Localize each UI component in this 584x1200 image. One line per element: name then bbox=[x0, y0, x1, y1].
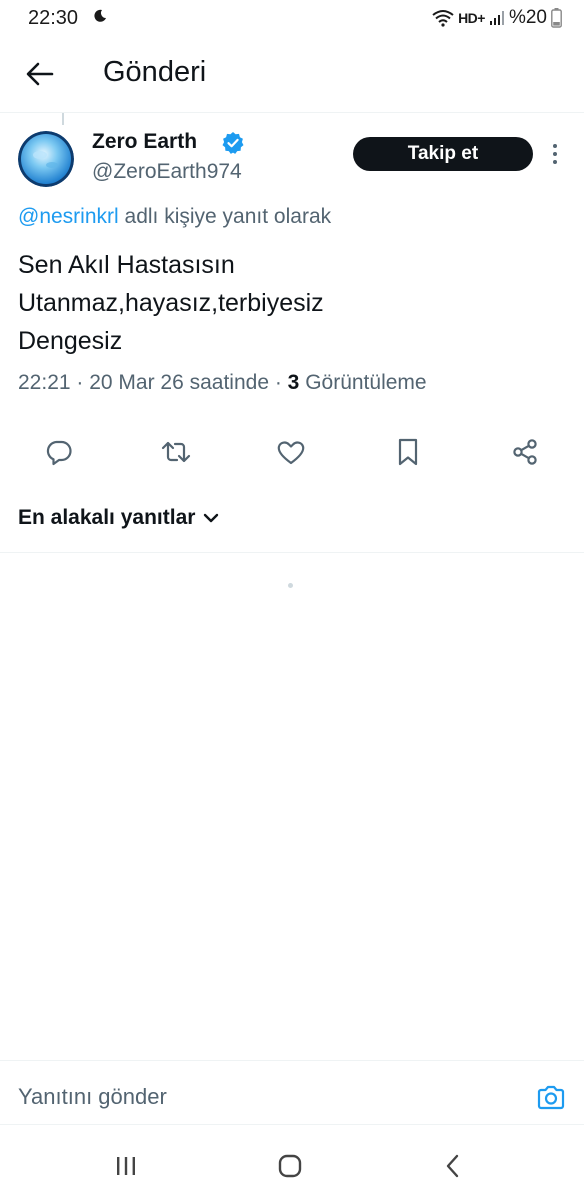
camera-icon[interactable] bbox=[536, 1083, 566, 1113]
reply-context-text: adlı kişiye yanıt olarak bbox=[118, 205, 332, 228]
author-handle[interactable]: @ZeroEarth974 bbox=[92, 160, 242, 184]
bookmark-button[interactable] bbox=[390, 434, 426, 470]
verified-badge-icon bbox=[222, 132, 244, 154]
follow-button[interactable]: Takip et bbox=[353, 137, 533, 171]
reply-mention-link[interactable]: @nesrinkrl bbox=[18, 205, 119, 228]
recent-apps-button[interactable] bbox=[110, 1150, 142, 1182]
avatar[interactable] bbox=[18, 131, 74, 187]
share-icon bbox=[513, 439, 537, 465]
back-nav-button[interactable] bbox=[437, 1150, 469, 1182]
header-divider bbox=[0, 112, 584, 113]
battery-level: %20 bbox=[508, 7, 547, 28]
more-options-icon[interactable] bbox=[545, 140, 565, 168]
replies-divider bbox=[0, 552, 584, 553]
views-count: 3 bbox=[287, 371, 300, 394]
bookmark-icon bbox=[398, 438, 418, 466]
reply-sort-label: En alakalı yanıtlar bbox=[18, 506, 196, 529]
retweet-icon bbox=[161, 441, 191, 463]
like-button[interactable] bbox=[273, 434, 309, 470]
home-button[interactable] bbox=[274, 1150, 306, 1182]
post-text-line: Sen Akıl Hastasısın bbox=[18, 251, 235, 279]
back-nav-icon bbox=[446, 1154, 459, 1178]
post-meta: 22:21 · 20 Mar 26 saatinde · 3 Görüntüle… bbox=[18, 371, 427, 395]
reply-context: @nesrinkrl adlı kişiye yanıt olarak bbox=[18, 205, 331, 229]
earth-avatar-image bbox=[18, 131, 74, 187]
network-type: HD+ bbox=[458, 10, 485, 26]
wifi-icon bbox=[432, 10, 454, 27]
arrow-left-icon[interactable] bbox=[24, 58, 56, 90]
composer-bottom-divider bbox=[0, 1124, 584, 1125]
post-text: Sen Akıl Hastasısın Utanmaz,hayasız,terb… bbox=[18, 246, 324, 360]
battery-icon bbox=[551, 8, 562, 28]
reply-sort-dropdown[interactable]: En alakalı yanıtlar bbox=[18, 506, 219, 530]
page-title: Gönderi bbox=[103, 56, 207, 88]
signal-icon bbox=[489, 11, 504, 25]
author-name[interactable]: Zero Earth bbox=[92, 130, 197, 154]
moon-icon bbox=[94, 9, 106, 22]
recent-apps-icon bbox=[117, 1157, 135, 1175]
status-icons: HD+ %20 bbox=[432, 7, 562, 29]
views-label: Görüntüleme bbox=[299, 371, 427, 394]
reply-icon bbox=[46, 440, 72, 466]
post-timestamp[interactable]: 22:21 · 20 Mar 26 saatinde · bbox=[18, 371, 288, 394]
status-bar: 22:30 HD+ %20 bbox=[0, 0, 584, 36]
reply-button[interactable] bbox=[41, 434, 77, 470]
composer-divider bbox=[0, 1060, 584, 1061]
home-icon bbox=[278, 1154, 302, 1178]
like-icon bbox=[277, 441, 305, 465]
status-time: 22:30 bbox=[28, 7, 79, 29]
thread-line bbox=[62, 113, 64, 125]
reply-input[interactable]: Yanıtını gönder bbox=[18, 1084, 167, 1110]
post-text-line: Dengesiz bbox=[18, 327, 123, 355]
post-text-line: Utanmaz,hayasız,terbiyesiz bbox=[18, 289, 324, 317]
share-button[interactable] bbox=[507, 434, 543, 470]
retweet-button[interactable] bbox=[158, 434, 194, 470]
chevron-down-icon bbox=[204, 513, 219, 523]
loading-indicator bbox=[288, 583, 293, 588]
